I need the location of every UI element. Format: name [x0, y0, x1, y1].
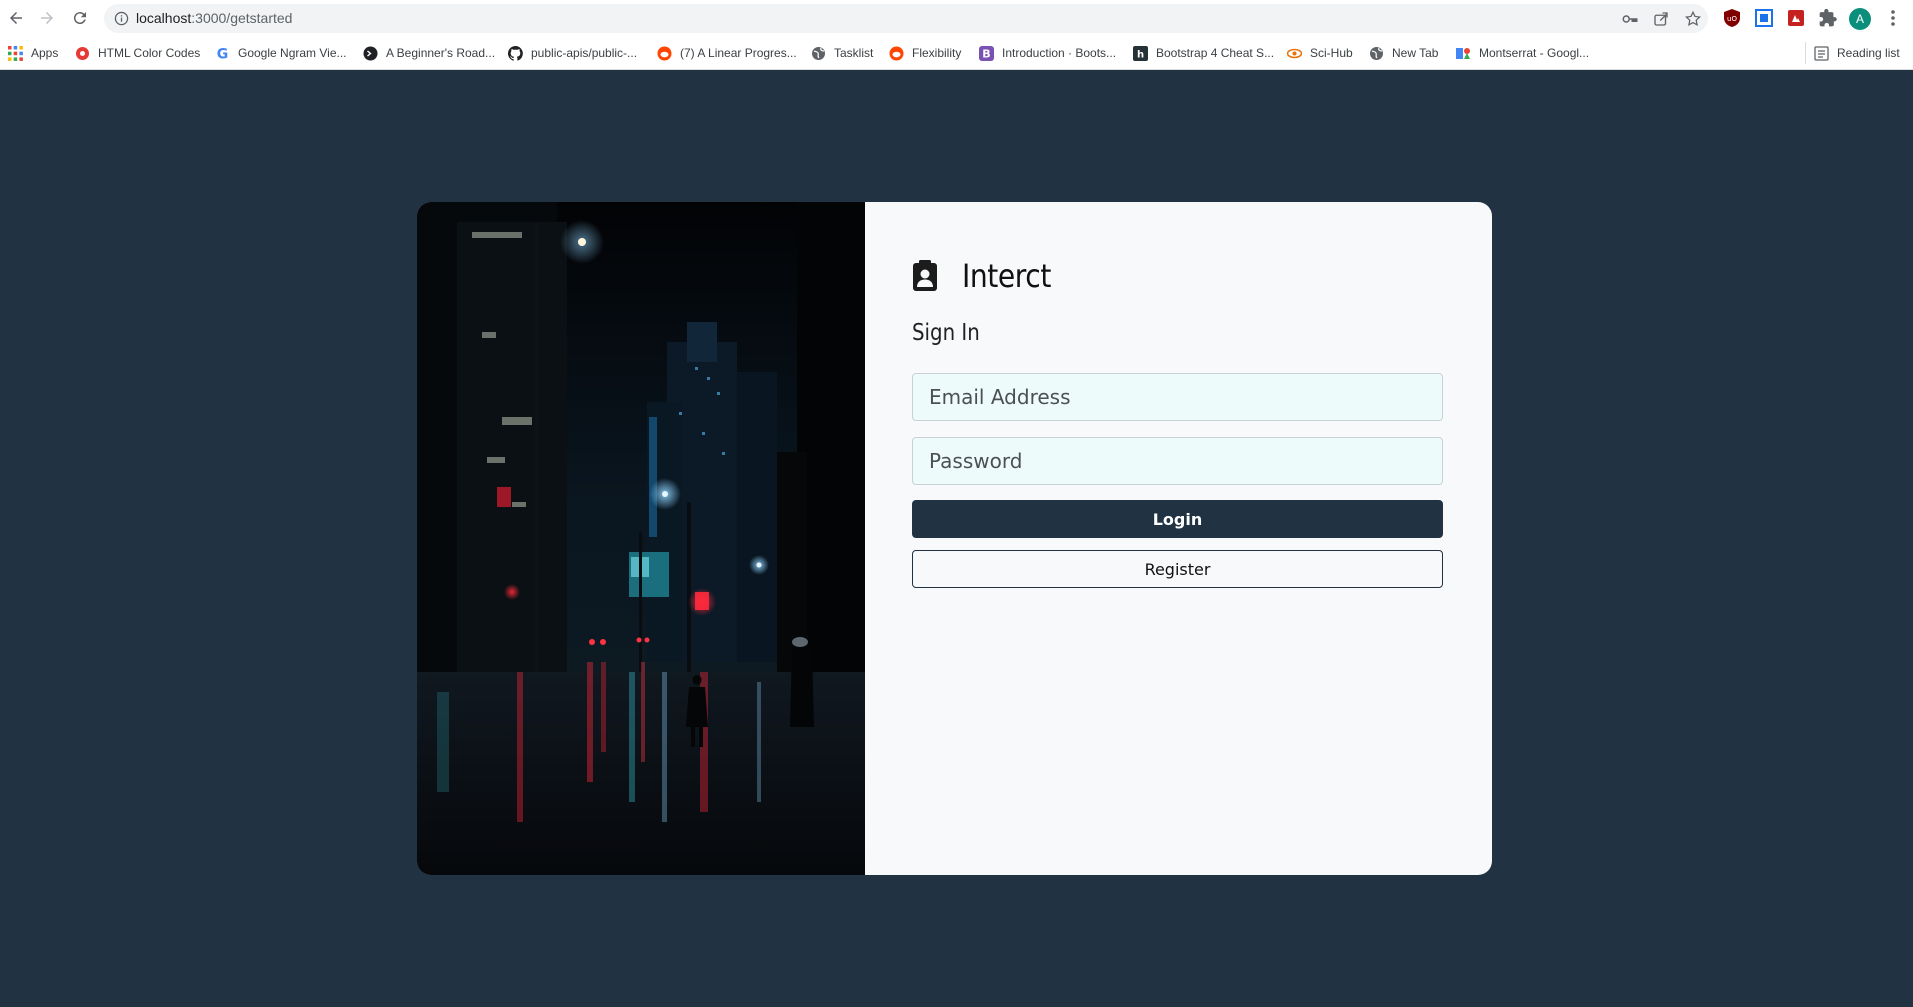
city-night-photo [417, 202, 865, 875]
url-text[interactable]: localhost:3000/getstarted [136, 10, 292, 26]
bookmark-label: (7) A Linear Progres... [680, 46, 797, 60]
bookmark-bootstrap-intro[interactable]: B Introduction · Boots... [979, 43, 1116, 63]
url-host: localhost [136, 10, 192, 26]
reddit-icon [657, 46, 672, 60]
h-icon: h [1133, 45, 1148, 61]
login-button[interactable]: Login [912, 500, 1443, 538]
html-color-codes-icon [76, 46, 89, 60]
email-field[interactable] [912, 373, 1443, 421]
reload-icon [73, 12, 86, 25]
profile-avatar[interactable]: A [1849, 8, 1871, 30]
info-icon[interactable] [114, 11, 129, 26]
bookmark-label: Google Ngram Vie... [238, 46, 347, 60]
bookmark-label: Flexibility [912, 46, 962, 60]
register-button[interactable]: Register [912, 550, 1443, 588]
password-field[interactable] [912, 437, 1443, 485]
bookmark-flexibility[interactable]: Flexibility [889, 43, 961, 63]
bookmark-beginners-road[interactable]: A Beginner's Road... [363, 43, 495, 63]
svg-text:B: B [982, 47, 990, 60]
google-fonts-icon [1456, 47, 1470, 59]
bookmark-label: public-apis/public-... [531, 46, 638, 60]
browser-toolbar: localhost:3000/getstarted uO A [0, 0, 1913, 37]
globe-icon [1370, 46, 1383, 60]
reading-list-button[interactable]: Reading list [1814, 43, 1900, 63]
svg-text:G: G [217, 46, 229, 61]
forward-button[interactable] [35, 6, 59, 30]
apps-grid-icon [8, 45, 23, 61]
share-icon[interactable] [1652, 10, 1670, 28]
brand: Interct [912, 256, 1063, 296]
bookmark-public-apis[interactable]: public-apis/public-... [508, 43, 637, 63]
bookmark-label: Tasklist [834, 46, 874, 60]
page-title: Sign In [912, 320, 980, 346]
screenshot-extension-icon[interactable] [1754, 8, 1774, 28]
brand-name: Interct [962, 257, 1051, 295]
bookmark-label: HTML Color Codes [98, 46, 201, 60]
reading-list-icon [1814, 45, 1829, 61]
svg-text:uO: uO [1727, 15, 1737, 23]
back-button[interactable] [4, 6, 28, 30]
bookmark-label: Apps [31, 46, 59, 60]
email-input[interactable] [913, 374, 1442, 420]
url-path: :3000/getstarted [191, 10, 293, 26]
star-icon[interactable] [1684, 10, 1702, 28]
bookmark-new-tab[interactable]: New Tab [1369, 43, 1438, 63]
globe-icon [812, 46, 825, 60]
bookmark-montserrat[interactable]: Montserrat - Googl... [1456, 43, 1589, 63]
city-street-image [417, 202, 865, 875]
bookmarks-bar: Apps HTML Color Codes G Google Ngram Vie… [0, 37, 1913, 70]
bookmark-bootstrap-cheat-sheet[interactable]: h Bootstrap 4 Cheat S... [1133, 43, 1274, 63]
bookmark-tasklist[interactable]: Tasklist [811, 43, 873, 63]
pdf-extension-icon[interactable] [1786, 8, 1806, 28]
bookmarks-divider [1805, 42, 1806, 64]
scihub-icon [1287, 48, 1302, 58]
bookmark-label: Bootstrap 4 Cheat S... [1156, 46, 1275, 60]
reading-list-label: Reading list [1837, 46, 1900, 60]
puzzle-icon[interactable] [1818, 8, 1838, 28]
contact-card-icon [913, 260, 937, 291]
sign-in-card: Interct Sign In Login Register [417, 202, 1492, 875]
kebab-menu-icon[interactable] [1884, 8, 1902, 28]
bookmark-label: Montserrat - Googl... [1479, 46, 1590, 60]
bookmark-google-ngram[interactable]: G Google Ngram Vie... [215, 43, 347, 63]
bookmark-label: A Beginner's Road... [386, 46, 496, 60]
google-icon: G [217, 46, 229, 61]
bookmark-sci-hub[interactable]: Sci-Hub [1287, 43, 1353, 63]
key-icon[interactable] [1621, 10, 1639, 28]
bookmark-label: New Tab [1392, 46, 1439, 60]
reddit-icon [889, 46, 904, 60]
address-bar[interactable]: localhost:3000/getstarted [104, 4, 1708, 33]
bookmark-linear-progress[interactable]: (7) A Linear Progres... [657, 43, 797, 63]
ublock-icon[interactable]: uO [1722, 8, 1742, 28]
reload-button[interactable] [68, 6, 92, 30]
arrow-right-icon [41, 12, 53, 24]
bookmark-apps[interactable]: Apps [8, 43, 58, 63]
bookmark-label: Sci-Hub [1310, 46, 1353, 60]
terminal-icon [363, 46, 378, 60]
github-icon [508, 45, 523, 61]
bookmark-html-color-codes[interactable]: HTML Color Codes [75, 43, 200, 63]
bootstrap-icon: B [979, 45, 994, 61]
arrow-left-icon [10, 12, 22, 24]
password-input[interactable] [913, 438, 1442, 484]
svg-text:h: h [1137, 49, 1144, 60]
bookmark-label: Introduction · Boots... [1002, 46, 1117, 60]
